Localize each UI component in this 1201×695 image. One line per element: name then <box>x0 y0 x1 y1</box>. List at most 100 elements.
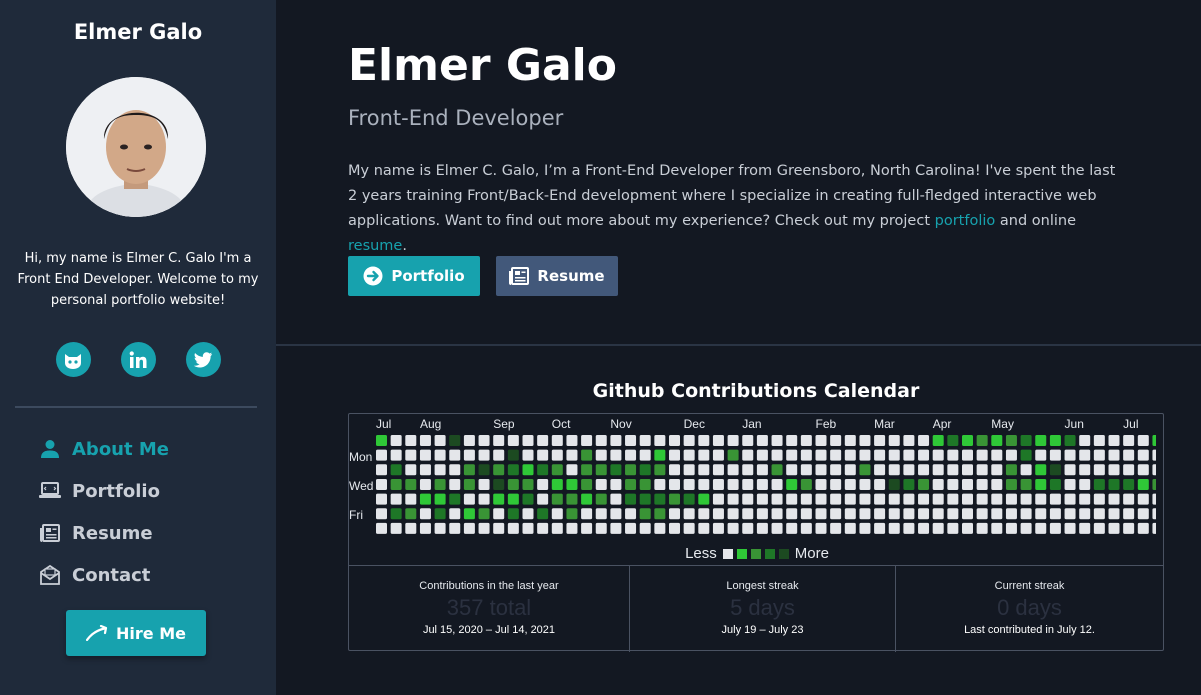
contribution-day <box>595 478 607 490</box>
contribution-day <box>932 493 944 505</box>
nav-item-about-me[interactable]: About Me <box>38 428 169 470</box>
contribution-day <box>756 435 768 446</box>
contribution-day <box>1064 508 1076 520</box>
resume-link[interactable]: resume <box>348 238 402 254</box>
contribution-day <box>390 449 402 461</box>
contribution-day <box>566 435 578 446</box>
github-icon[interactable] <box>55 342 91 377</box>
contribution-day <box>918 449 930 461</box>
month-label: Mar <box>874 417 895 431</box>
contribution-day <box>918 464 930 476</box>
contribution-day <box>463 435 475 446</box>
contribution-day <box>639 478 651 490</box>
contribution-day <box>478 464 490 476</box>
contribution-day <box>962 493 973 505</box>
contribution-day <box>1005 435 1017 446</box>
contribution-day <box>376 522 387 534</box>
contribution-day <box>1035 478 1047 490</box>
contribution-day <box>727 508 739 520</box>
contribution-day <box>434 508 446 520</box>
hire-me-button[interactable]: Hire Me <box>66 610 206 656</box>
contribution-day <box>1049 508 1061 520</box>
contribution-day <box>654 464 666 476</box>
contribution-day <box>551 478 563 490</box>
contributions-calendar: Jul Aug Sep Oct Nov Dec Jan Feb Mar Apr May Jun Jul … <box>348 413 1165 652</box>
contribution-day <box>712 464 724 476</box>
contribution-day <box>390 435 402 446</box>
contribution-day <box>419 478 431 490</box>
contribution-day <box>390 464 402 476</box>
contribution-day <box>625 508 637 520</box>
contribution-day <box>625 478 637 490</box>
contribution-day <box>1020 449 1032 461</box>
contribution-day <box>830 435 842 446</box>
contribution-day <box>771 449 783 461</box>
contribution-day <box>1123 493 1135 505</box>
contribution-day <box>1020 493 1032 505</box>
contribution-day <box>1020 464 1032 476</box>
stat-range: Last contributed in July 12. <box>964 624 1095 636</box>
contribution-day <box>1079 478 1091 490</box>
sidebar-nav: About Me Portfolio Resume Contact <box>38 428 169 596</box>
legend-swatch <box>778 548 789 559</box>
contribution-day <box>1035 449 1047 461</box>
linkedin-icon[interactable] <box>120 342 156 377</box>
contribution-day <box>654 522 666 534</box>
contribution-day <box>830 493 842 505</box>
calendar-months: Jul Aug Sep Oct Nov Dec Jan Feb Mar Apr May Jun Jul <box>349 417 1165 433</box>
portfolio-button-label: Portfolio <box>391 267 465 285</box>
nav-item-contact[interactable]: Contact <box>38 554 169 596</box>
resume-button[interactable]: Resume <box>496 256 618 296</box>
contribution-day <box>419 435 431 446</box>
contribution-day <box>815 508 827 520</box>
contribution-day <box>976 435 988 446</box>
contribution-day <box>888 449 900 461</box>
contribution-day <box>903 478 915 490</box>
contribution-day <box>1093 493 1105 505</box>
portfolio-button[interactable]: Portfolio <box>348 256 480 296</box>
contribution-day <box>903 493 915 505</box>
hero-description: My name is Elmer C. Galo, I’m a Front-En… <box>348 159 1128 259</box>
contribution-day <box>522 449 534 461</box>
contribution-day <box>756 464 768 476</box>
contribution-day <box>610 508 622 520</box>
contribution-day <box>903 522 915 534</box>
contribution-day <box>654 449 666 461</box>
legend-swatch <box>722 548 733 559</box>
contribution-day <box>551 435 563 446</box>
contribution-day <box>1137 508 1149 520</box>
nav-item-resume[interactable]: Resume <box>38 512 169 554</box>
contribution-day <box>698 464 710 476</box>
contribution-day <box>551 449 563 461</box>
contribution-day <box>815 435 827 446</box>
contribution-day <box>522 493 534 505</box>
contribution-day <box>1137 522 1149 534</box>
stat-total: Contributions in the last year 357 total… <box>349 566 629 652</box>
portfolio-link[interactable]: portfolio <box>935 213 996 229</box>
contribution-day <box>654 493 666 505</box>
contribution-day <box>376 449 387 461</box>
contribution-day <box>1123 449 1135 461</box>
nav-item-portfolio[interactable]: Portfolio <box>38 470 169 512</box>
contribution-day <box>449 464 461 476</box>
contribution-day <box>991 478 1003 490</box>
twitter-icon[interactable] <box>185 342 221 377</box>
envelope-icon <box>38 563 62 587</box>
contribution-day <box>786 522 798 534</box>
sidebar: Elmer Galo Hi, my name is Elmer C. Galo … <box>0 0 276 695</box>
contribution-day <box>800 508 812 520</box>
contribution-day <box>888 493 900 505</box>
contribution-day <box>478 449 490 461</box>
contribution-day <box>712 435 724 446</box>
contribution-day <box>918 493 930 505</box>
legend-more: More <box>794 545 829 562</box>
contribution-day <box>595 508 607 520</box>
contribution-day <box>537 508 549 520</box>
contribution-day <box>595 464 607 476</box>
contribution-day <box>962 449 973 461</box>
contribution-day <box>742 493 754 505</box>
document-icon <box>38 521 62 545</box>
contribution-day <box>434 478 446 490</box>
contribution-day <box>874 464 886 476</box>
contribution-day <box>419 522 431 534</box>
